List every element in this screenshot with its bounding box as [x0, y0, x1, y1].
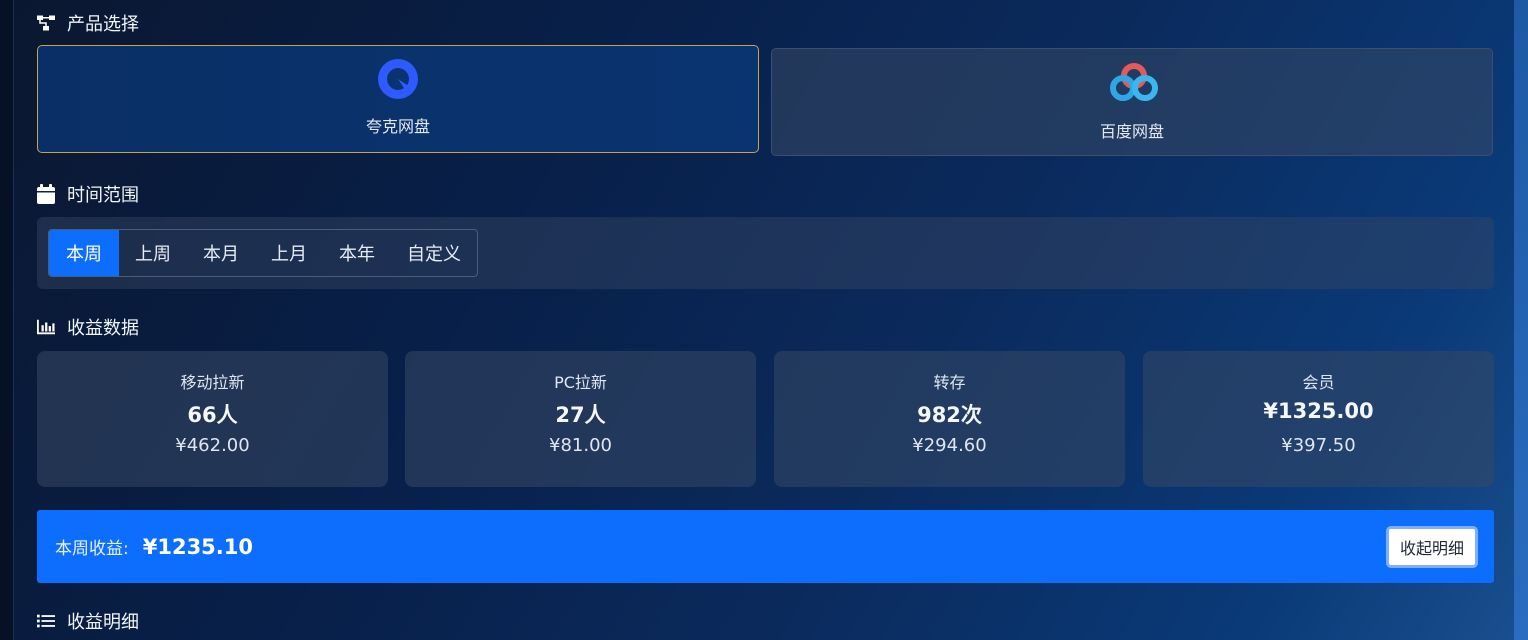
product-name: 夸克网盘: [365, 117, 430, 136]
detail-section-title: 收益明细: [37, 610, 139, 633]
time-section-title: 时间范围: [37, 183, 139, 206]
stat-label: PC拉新: [554, 373, 607, 392]
time-section-label: 时间范围: [67, 185, 139, 206]
sitemap-icon: [37, 14, 55, 32]
tab-last-week[interactable]: 上周: [119, 230, 187, 276]
list-icon: [37, 612, 55, 630]
product-card-quark[interactable]: 夸克网盘: [37, 45, 759, 153]
stat-card-member: 会员 ¥1325.00 ¥397.50: [1143, 351, 1494, 487]
baidu-netdisk-logo-icon: [1110, 62, 1158, 106]
stat-count: 982次: [917, 403, 982, 427]
stat-amount: ¥81.00: [549, 435, 612, 456]
data-section-title: 收益数据: [37, 316, 139, 339]
calendar-icon: [37, 184, 55, 204]
data-section-label: 收益数据: [67, 318, 139, 339]
product-section-title: 产品选择: [37, 12, 139, 35]
product-card-baidu[interactable]: 百度网盘: [771, 48, 1493, 156]
product-list: 夸克网盘 百度网盘: [37, 45, 1494, 157]
time-range-panel: 本周 上周 本月 上月 本年 自定义: [37, 217, 1494, 289]
left-edge: [0, 0, 14, 640]
stat-card-mobile: 移动拉新 66人 ¥462.00: [37, 351, 388, 487]
right-edge: [1514, 0, 1528, 640]
product-name: 百度网盘: [1099, 122, 1164, 141]
summary-value: ¥1235.10: [142, 534, 253, 559]
bar-chart-icon: [37, 318, 55, 336]
tab-this-week[interactable]: 本周: [49, 230, 119, 276]
stat-amount: ¥294.60: [912, 435, 987, 456]
stat-label: 转存: [933, 373, 966, 392]
product-section-label: 产品选择: [67, 14, 139, 35]
stat-card-pc: PC拉新 27人 ¥81.00: [405, 351, 756, 487]
stat-amount: ¥462.00: [175, 435, 250, 456]
tab-this-year[interactable]: 本年: [323, 230, 391, 276]
quark-logo-icon: [376, 57, 420, 101]
tab-this-month[interactable]: 本月: [187, 230, 255, 276]
tab-custom[interactable]: 自定义: [391, 230, 477, 276]
summary-label: 本周收益:: [55, 539, 129, 559]
stat-card-transfer: 转存 982次 ¥294.60: [774, 351, 1125, 487]
stat-count: 66人: [187, 403, 238, 427]
stats-grid: 移动拉新 66人 ¥462.00 PC拉新 27人 ¥81.00 转存 982次…: [37, 351, 1494, 487]
tab-last-month[interactable]: 上月: [255, 230, 323, 276]
stat-label: 会员: [1302, 373, 1335, 392]
stat-count: ¥1325.00: [1263, 399, 1374, 423]
stat-count: 27人: [555, 403, 606, 427]
detail-section-label: 收益明细: [67, 612, 139, 633]
collapse-details-button[interactable]: 收起明细: [1386, 526, 1478, 568]
earnings-summary-bar: 本周收益: ¥1235.10 收起明细: [37, 510, 1494, 583]
time-range-tabs: 本周 上周 本月 上月 本年 自定义: [48, 229, 478, 277]
stat-amount: ¥397.50: [1281, 435, 1356, 456]
stat-label: 移动拉新: [180, 373, 245, 392]
